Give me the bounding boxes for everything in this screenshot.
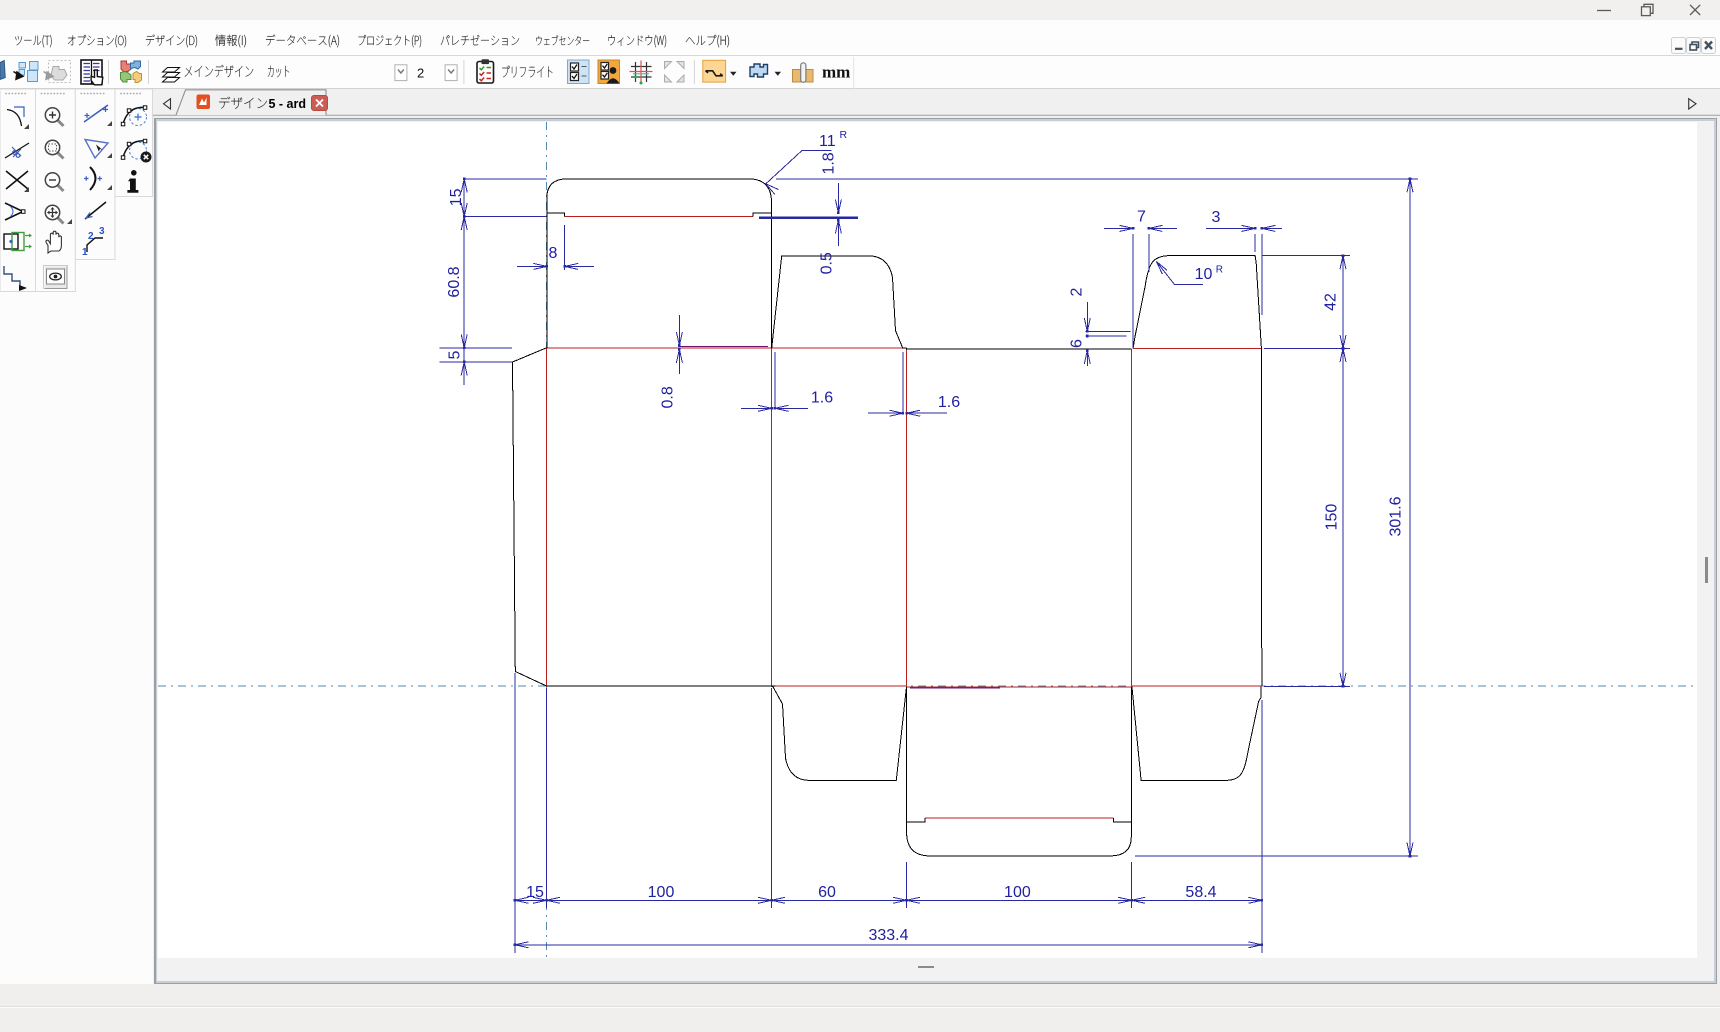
svg-text:mm: mm — [822, 63, 850, 82]
svg-text:1.6: 1.6 — [938, 394, 960, 411]
svg-text:1: 1 — [82, 247, 88, 258]
svg-text:301.6: 301.6 — [1388, 496, 1405, 536]
svg-text:1.6: 1.6 — [811, 389, 833, 406]
svg-text:2: 2 — [88, 231, 94, 242]
svg-text:1.8: 1.8 — [820, 152, 837, 174]
svg-text:0.5: 0.5 — [818, 252, 835, 274]
svg-text:R: R — [1216, 265, 1223, 276]
svg-text:100: 100 — [1004, 884, 1031, 901]
svg-text:0.8: 0.8 — [660, 386, 677, 408]
svg-text:5 - ard: 5 - ard — [269, 97, 307, 111]
svg-text:R: R — [840, 129, 848, 141]
svg-text:8: 8 — [549, 245, 558, 262]
svg-text:100: 100 — [648, 884, 675, 901]
svg-text:2: 2 — [1069, 287, 1086, 296]
svg-text:58.4: 58.4 — [1185, 884, 1216, 901]
svg-text:3: 3 — [1212, 209, 1221, 226]
svg-text:6: 6 — [1069, 339, 1086, 348]
svg-text:3: 3 — [99, 226, 105, 237]
svg-text:10: 10 — [1195, 266, 1213, 283]
svg-text:42: 42 — [1323, 293, 1340, 311]
svg-text:60.8: 60.8 — [446, 266, 463, 297]
svg-text:15: 15 — [526, 884, 544, 901]
svg-text:15: 15 — [448, 188, 465, 206]
svg-text:11: 11 — [819, 133, 836, 150]
svg-text:60: 60 — [818, 884, 836, 901]
svg-text:7: 7 — [1137, 209, 1146, 226]
svg-text:333.4: 333.4 — [868, 927, 908, 944]
svg-text:2: 2 — [417, 66, 424, 81]
svg-text:5: 5 — [447, 350, 464, 359]
svg-text:150: 150 — [1324, 504, 1341, 531]
